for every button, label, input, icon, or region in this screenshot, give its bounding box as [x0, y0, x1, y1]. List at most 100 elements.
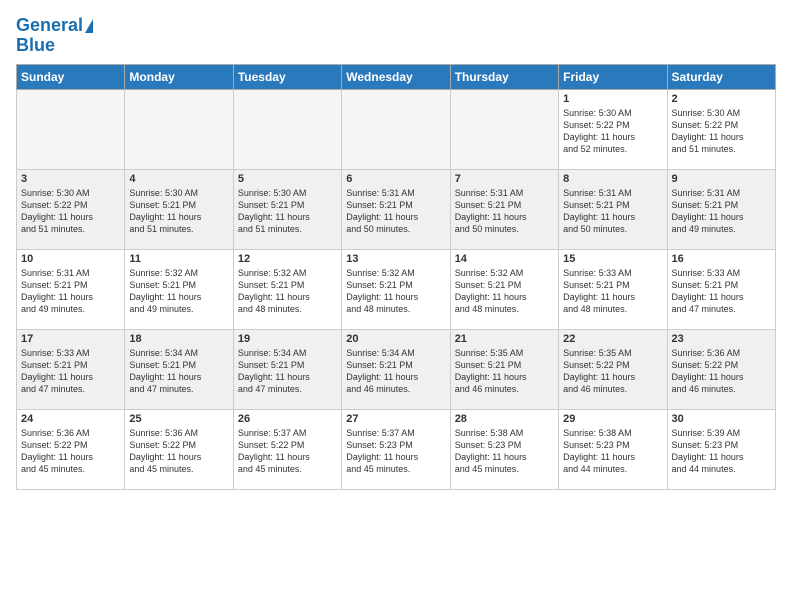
weekday-header: Monday — [125, 64, 233, 89]
calendar-week-row: 17 Sunrise: 5:33 AM Sunset: 5:21 PM Dayli… — [17, 329, 776, 409]
day-number: 12 — [238, 253, 337, 265]
day-info: Sunrise: 5:31 AM Sunset: 5:21 PM Dayligh… — [21, 267, 120, 316]
calendar-cell: 23 Sunrise: 5:36 AM Sunset: 5:22 PM Dayli… — [667, 329, 775, 409]
day-info: Sunrise: 5:34 AM Sunset: 5:21 PM Dayligh… — [346, 347, 445, 396]
calendar-cell: 17 Sunrise: 5:33 AM Sunset: 5:21 PM Dayli… — [17, 329, 125, 409]
day-info: Sunrise: 5:38 AM Sunset: 5:23 PM Dayligh… — [563, 427, 662, 476]
day-number: 21 — [455, 333, 554, 345]
day-number: 7 — [455, 173, 554, 185]
day-number: 14 — [455, 253, 554, 265]
day-number: 26 — [238, 413, 337, 425]
day-number: 20 — [346, 333, 445, 345]
calendar-cell: 27 Sunrise: 5:37 AM Sunset: 5:23 PM Dayli… — [342, 409, 450, 489]
day-number: 16 — [672, 253, 771, 265]
day-number: 11 — [129, 253, 228, 265]
day-info: Sunrise: 5:32 AM Sunset: 5:21 PM Dayligh… — [346, 267, 445, 316]
calendar-cell: 28 Sunrise: 5:38 AM Sunset: 5:23 PM Dayli… — [450, 409, 558, 489]
day-info: Sunrise: 5:30 AM Sunset: 5:22 PM Dayligh… — [672, 107, 771, 156]
day-number: 13 — [346, 253, 445, 265]
weekday-header: Tuesday — [233, 64, 341, 89]
day-number: 6 — [346, 173, 445, 185]
day-info: Sunrise: 5:30 AM Sunset: 5:21 PM Dayligh… — [238, 187, 337, 236]
day-number: 24 — [21, 413, 120, 425]
calendar-cell: 2 Sunrise: 5:30 AM Sunset: 5:22 PM Daylig… — [667, 89, 775, 169]
calendar-week-row: 10 Sunrise: 5:31 AM Sunset: 5:21 PM Dayli… — [17, 249, 776, 329]
calendar-week-row: 1 Sunrise: 5:30 AM Sunset: 5:22 PM Daylig… — [17, 89, 776, 169]
day-info: Sunrise: 5:34 AM Sunset: 5:21 PM Dayligh… — [238, 347, 337, 396]
day-number: 2 — [672, 93, 771, 105]
day-info: Sunrise: 5:35 AM Sunset: 5:21 PM Dayligh… — [455, 347, 554, 396]
day-info: Sunrise: 5:32 AM Sunset: 5:21 PM Dayligh… — [238, 267, 337, 316]
day-info: Sunrise: 5:39 AM Sunset: 5:23 PM Dayligh… — [672, 427, 771, 476]
calendar-cell: 25Sunrise: 5:36 AM Sunset: 5:22 PM Dayli… — [125, 409, 233, 489]
logo: General Blue — [16, 16, 93, 56]
day-info: Sunrise: 5:36 AM Sunset: 5:22 PM Dayligh… — [672, 347, 771, 396]
calendar-header-row: SundayMondayTuesdayWednesdayThursdayFrid… — [17, 64, 776, 89]
calendar-cell: 1 Sunrise: 5:30 AM Sunset: 5:22 PM Daylig… — [559, 89, 667, 169]
day-info: Sunrise: 5:38 AM Sunset: 5:23 PM Dayligh… — [455, 427, 554, 476]
logo-text-blue: Blue — [16, 36, 55, 56]
day-number: 29 — [563, 413, 662, 425]
calendar-week-row: 3 Sunrise: 5:30 AM Sunset: 5:22 PM Daylig… — [17, 169, 776, 249]
calendar-cell: 20 Sunrise: 5:34 AM Sunset: 5:21 PM Dayli… — [342, 329, 450, 409]
day-info: Sunrise: 5:30 AM Sunset: 5:22 PM Dayligh… — [21, 187, 120, 236]
logo-text-general: General — [16, 16, 83, 36]
day-info: Sunrise: 5:35 AM Sunset: 5:22 PM Dayligh… — [563, 347, 662, 396]
day-info: Sunrise: 5:32 AM Sunset: 5:21 PM Dayligh… — [129, 267, 228, 316]
day-info: Sunrise: 5:33 AM Sunset: 5:21 PM Dayligh… — [672, 267, 771, 316]
calendar-cell: 13 Sunrise: 5:32 AM Sunset: 5:21 PM Dayli… — [342, 249, 450, 329]
day-number: 28 — [455, 413, 554, 425]
day-number: 23 — [672, 333, 771, 345]
calendar-cell — [17, 89, 125, 169]
calendar-cell: 21 Sunrise: 5:35 AM Sunset: 5:21 PM Dayli… — [450, 329, 558, 409]
calendar-cell: 4 Sunrise: 5:30 AM Sunset: 5:21 PM Daylig… — [125, 169, 233, 249]
page-header: General Blue — [16, 16, 776, 56]
calendar-cell — [233, 89, 341, 169]
day-number: 27 — [346, 413, 445, 425]
logo-icon — [85, 19, 93, 33]
day-number: 5 — [238, 173, 337, 185]
calendar-cell: 19 Sunrise: 5:34 AM Sunset: 5:21 PM Dayli… — [233, 329, 341, 409]
calendar-cell: 12 Sunrise: 5:32 AM Sunset: 5:21 PM Dayli… — [233, 249, 341, 329]
calendar-table: SundayMondayTuesdayWednesdayThursdayFrid… — [16, 64, 776, 490]
day-info: Sunrise: 5:37 AM Sunset: 5:23 PM Dayligh… — [346, 427, 445, 476]
day-number: 3 — [21, 173, 120, 185]
day-info: Sunrise: 5:30 AM Sunset: 5:21 PM Dayligh… — [129, 187, 228, 236]
calendar-cell: 9 Sunrise: 5:31 AM Sunset: 5:21 PM Daylig… — [667, 169, 775, 249]
day-number: 1 — [563, 93, 662, 105]
day-number: 10 — [21, 253, 120, 265]
calendar-cell: 3 Sunrise: 5:30 AM Sunset: 5:22 PM Daylig… — [17, 169, 125, 249]
calendar-cell: 30 Sunrise: 5:39 AM Sunset: 5:23 PM Dayli… — [667, 409, 775, 489]
day-number: 18 — [129, 333, 228, 345]
day-info: Sunrise: 5:33 AM Sunset: 5:21 PM Dayligh… — [21, 347, 120, 396]
day-info: Sunrise: 5:36 AM Sunset: 5:22 PM Dayligh… — [129, 427, 228, 476]
day-number: 17 — [21, 333, 120, 345]
day-info: Sunrise: 5:31 AM Sunset: 5:21 PM Dayligh… — [346, 187, 445, 236]
day-number: 22 — [563, 333, 662, 345]
weekday-header: Saturday — [667, 64, 775, 89]
day-info: Sunrise: 5:30 AM Sunset: 5:22 PM Dayligh… — [563, 107, 662, 156]
day-info: Sunrise: 5:31 AM Sunset: 5:21 PM Dayligh… — [455, 187, 554, 236]
calendar-cell: 11 Sunrise: 5:32 AM Sunset: 5:21 PM Dayli… — [125, 249, 233, 329]
day-number: 30 — [672, 413, 771, 425]
day-number: 4 — [129, 173, 228, 185]
weekday-header: Sunday — [17, 64, 125, 89]
calendar-cell: 7 Sunrise: 5:31 AM Sunset: 5:21 PM Daylig… — [450, 169, 558, 249]
day-info: Sunrise: 5:31 AM Sunset: 5:21 PM Dayligh… — [672, 187, 771, 236]
day-info: Sunrise: 5:31 AM Sunset: 5:21 PM Dayligh… — [563, 187, 662, 236]
day-info: Sunrise: 5:34 AM Sunset: 5:21 PM Dayligh… — [129, 347, 228, 396]
calendar-cell: 6 Sunrise: 5:31 AM Sunset: 5:21 PM Daylig… — [342, 169, 450, 249]
calendar-cell: 26Sunrise: 5:37 AM Sunset: 5:22 PM Dayli… — [233, 409, 341, 489]
calendar-cell: 5 Sunrise: 5:30 AM Sunset: 5:21 PM Daylig… — [233, 169, 341, 249]
calendar-cell: 16 Sunrise: 5:33 AM Sunset: 5:21 PM Dayli… — [667, 249, 775, 329]
calendar-cell: 14Sunrise: 5:32 AM Sunset: 5:21 PM Dayli… — [450, 249, 558, 329]
weekday-header: Thursday — [450, 64, 558, 89]
day-info: Sunrise: 5:33 AM Sunset: 5:21 PM Dayligh… — [563, 267, 662, 316]
calendar-cell: 24 Sunrise: 5:36 AM Sunset: 5:22 PM Dayli… — [17, 409, 125, 489]
calendar-cell: 18 Sunrise: 5:34 AM Sunset: 5:21 PM Dayli… — [125, 329, 233, 409]
day-number: 19 — [238, 333, 337, 345]
day-number: 9 — [672, 173, 771, 185]
calendar-cell: 8Sunrise: 5:31 AM Sunset: 5:21 PM Daylig… — [559, 169, 667, 249]
calendar-cell: 15Sunrise: 5:33 AM Sunset: 5:21 PM Dayli… — [559, 249, 667, 329]
day-info: Sunrise: 5:36 AM Sunset: 5:22 PM Dayligh… — [21, 427, 120, 476]
